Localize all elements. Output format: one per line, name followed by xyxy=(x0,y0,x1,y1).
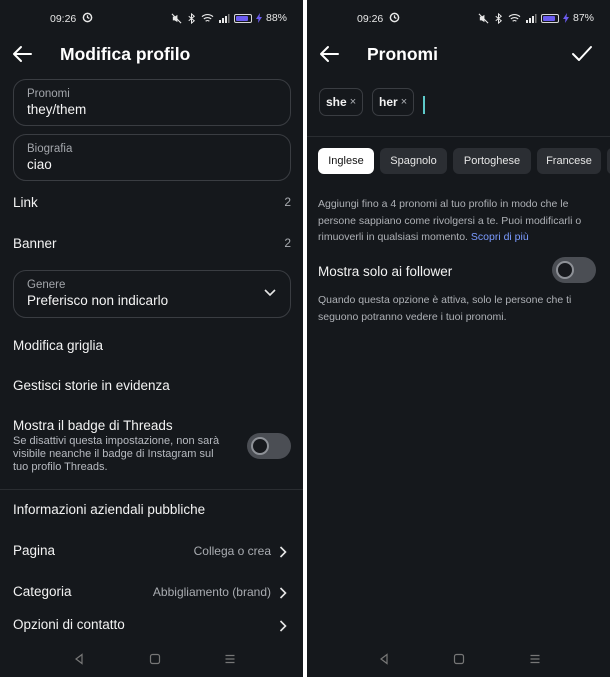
banner-label: Banner xyxy=(13,236,57,251)
status-bar: 09:26 87% xyxy=(307,0,610,36)
tab-portoghese[interactable]: Portoghese xyxy=(453,148,531,174)
battery-fill xyxy=(542,15,555,21)
gender-select[interactable]: Genere Preferisco non indicarlo xyxy=(13,270,291,318)
chevron-right-icon xyxy=(279,546,287,558)
tab-inglese[interactable]: Inglese xyxy=(318,148,374,174)
page-row[interactable]: Pagina Collega o crea xyxy=(13,543,291,558)
edit-grid-row[interactable]: Modifica griglia xyxy=(13,338,291,353)
link-count: 2 xyxy=(284,195,291,209)
nav-home-icon[interactable] xyxy=(149,653,161,665)
banner-row[interactable]: Banner 2 xyxy=(13,236,291,251)
bluetooth-icon xyxy=(188,12,196,24)
battery-percent: 87% xyxy=(572,12,594,24)
threads-badge-description: Se disattivi questa impostazione, non sa… xyxy=(13,435,220,473)
business-info-label: Informazioni aziendali pubbliche xyxy=(13,502,206,517)
highlights-label: Gestisci storie in evidenza xyxy=(13,378,170,393)
charging-icon xyxy=(255,13,262,23)
divider xyxy=(0,489,303,490)
toggle-knob xyxy=(251,437,269,455)
status-time: 09:26 xyxy=(357,13,384,25)
threads-badge-row: Mostra il badge di Threads xyxy=(13,418,291,433)
learn-more-link[interactable]: Scopri di più xyxy=(471,231,529,243)
back-arrow-icon[interactable] xyxy=(318,44,340,64)
followers-only-label: Mostra solo ai follower xyxy=(318,264,453,279)
tab-spagnolo[interactable]: Spagnolo xyxy=(380,148,447,174)
category-value: Abbigliamento (brand) xyxy=(152,585,271,599)
signal-icon xyxy=(525,13,537,23)
toggle-knob xyxy=(556,261,574,279)
mute-icon xyxy=(171,13,182,23)
wifi-icon xyxy=(201,13,214,22)
status-icons: 87% xyxy=(478,12,594,24)
battery-icon xyxy=(540,13,559,23)
checkmark-icon[interactable] xyxy=(571,44,593,64)
page-label: Pagina xyxy=(13,543,56,558)
text-cursor[interactable] xyxy=(423,96,425,114)
mute-icon xyxy=(478,13,489,23)
pronouns-value: they/them xyxy=(27,102,87,117)
bluetooth-icon xyxy=(495,12,503,24)
nav-back-icon[interactable] xyxy=(378,653,390,665)
pronoun-chip-label: her xyxy=(379,95,398,109)
category-label: Categoria xyxy=(13,584,72,599)
followers-only-toggle[interactable] xyxy=(552,257,596,283)
nav-recents-icon[interactable] xyxy=(529,653,541,665)
edit-profile-screen: 09:26 88% Modifica profilo Pronomi they/… xyxy=(0,0,303,677)
chevron-right-icon xyxy=(279,587,287,599)
pronouns-screen: 09:26 87% Pronomi she × her × Inglese Sp… xyxy=(307,0,610,677)
category-row[interactable]: Categoria Abbigliamento (brand) xyxy=(13,584,291,599)
back-arrow-icon[interactable] xyxy=(11,44,33,64)
link-row[interactable]: Link 2 xyxy=(13,195,291,210)
chevron-down-icon xyxy=(264,289,276,297)
remove-icon[interactable]: × xyxy=(401,96,407,108)
business-info-row[interactable]: Informazioni aziendali pubbliche xyxy=(13,502,291,517)
data-saver-icon xyxy=(82,12,93,23)
link-label: Link xyxy=(13,195,38,210)
battery-fill xyxy=(235,15,248,21)
bio-field[interactable]: Biografia ciao xyxy=(13,134,291,181)
contact-options-row[interactable]: Opzioni di contatto xyxy=(13,617,291,632)
followers-only-description: Quando questa opzione è attiva, solo le … xyxy=(318,294,572,323)
divider xyxy=(307,136,610,137)
battery-icon xyxy=(233,13,252,23)
pronouns-info: Aggiungi fino a 4 pronomi al tuo profilo… xyxy=(318,196,600,246)
data-saver-icon xyxy=(389,12,400,23)
highlights-row[interactable]: Gestisci storie in evidenza xyxy=(13,378,291,393)
signal-icon xyxy=(218,13,230,23)
threads-badge-toggle[interactable] xyxy=(247,433,291,459)
banner-count: 2 xyxy=(284,236,291,250)
nav-recents-icon[interactable] xyxy=(224,653,236,665)
pronouns-info-text: Aggiungi fino a 4 pronomi al tuo profilo… xyxy=(318,198,582,243)
remove-icon[interactable]: × xyxy=(350,96,356,108)
wifi-icon xyxy=(508,13,521,22)
pronouns-field[interactable]: Pronomi they/them xyxy=(13,79,291,126)
tab-francese[interactable]: Francese xyxy=(537,148,601,174)
status-time: 09:26 xyxy=(50,13,77,25)
pronoun-chip[interactable]: she × xyxy=(319,88,364,116)
contact-options-label: Opzioni di contatto xyxy=(13,617,125,632)
threads-badge-label: Mostra il badge di Threads xyxy=(13,418,173,433)
battery-percent: 88% xyxy=(265,12,287,24)
page-value: Collega o crea xyxy=(193,544,271,558)
nav-back-icon[interactable] xyxy=(73,653,85,665)
page-title: Modifica profilo xyxy=(60,44,191,64)
header: Modifica profilo xyxy=(0,36,303,72)
bio-value: ciao xyxy=(27,157,52,172)
pronoun-chip-label: she xyxy=(326,95,347,109)
edit-grid-label: Modifica griglia xyxy=(13,338,104,353)
pronouns-label: Pronomi xyxy=(27,88,70,100)
gender-label: Genere xyxy=(27,279,66,291)
status-icons: 88% xyxy=(171,12,287,24)
chevron-right-icon xyxy=(279,620,287,632)
system-nav-bar xyxy=(307,641,610,677)
gender-value: Preferisco non indicarlo xyxy=(27,293,169,308)
system-nav-bar xyxy=(0,641,303,677)
charging-icon xyxy=(562,13,569,23)
nav-home-icon[interactable] xyxy=(453,653,465,665)
pronoun-chip[interactable]: her × xyxy=(372,88,415,116)
header: Pronomi xyxy=(307,36,610,72)
bio-label: Biografia xyxy=(27,143,73,155)
page-title: Pronomi xyxy=(367,44,438,64)
status-bar: 09:26 88% xyxy=(0,0,303,36)
